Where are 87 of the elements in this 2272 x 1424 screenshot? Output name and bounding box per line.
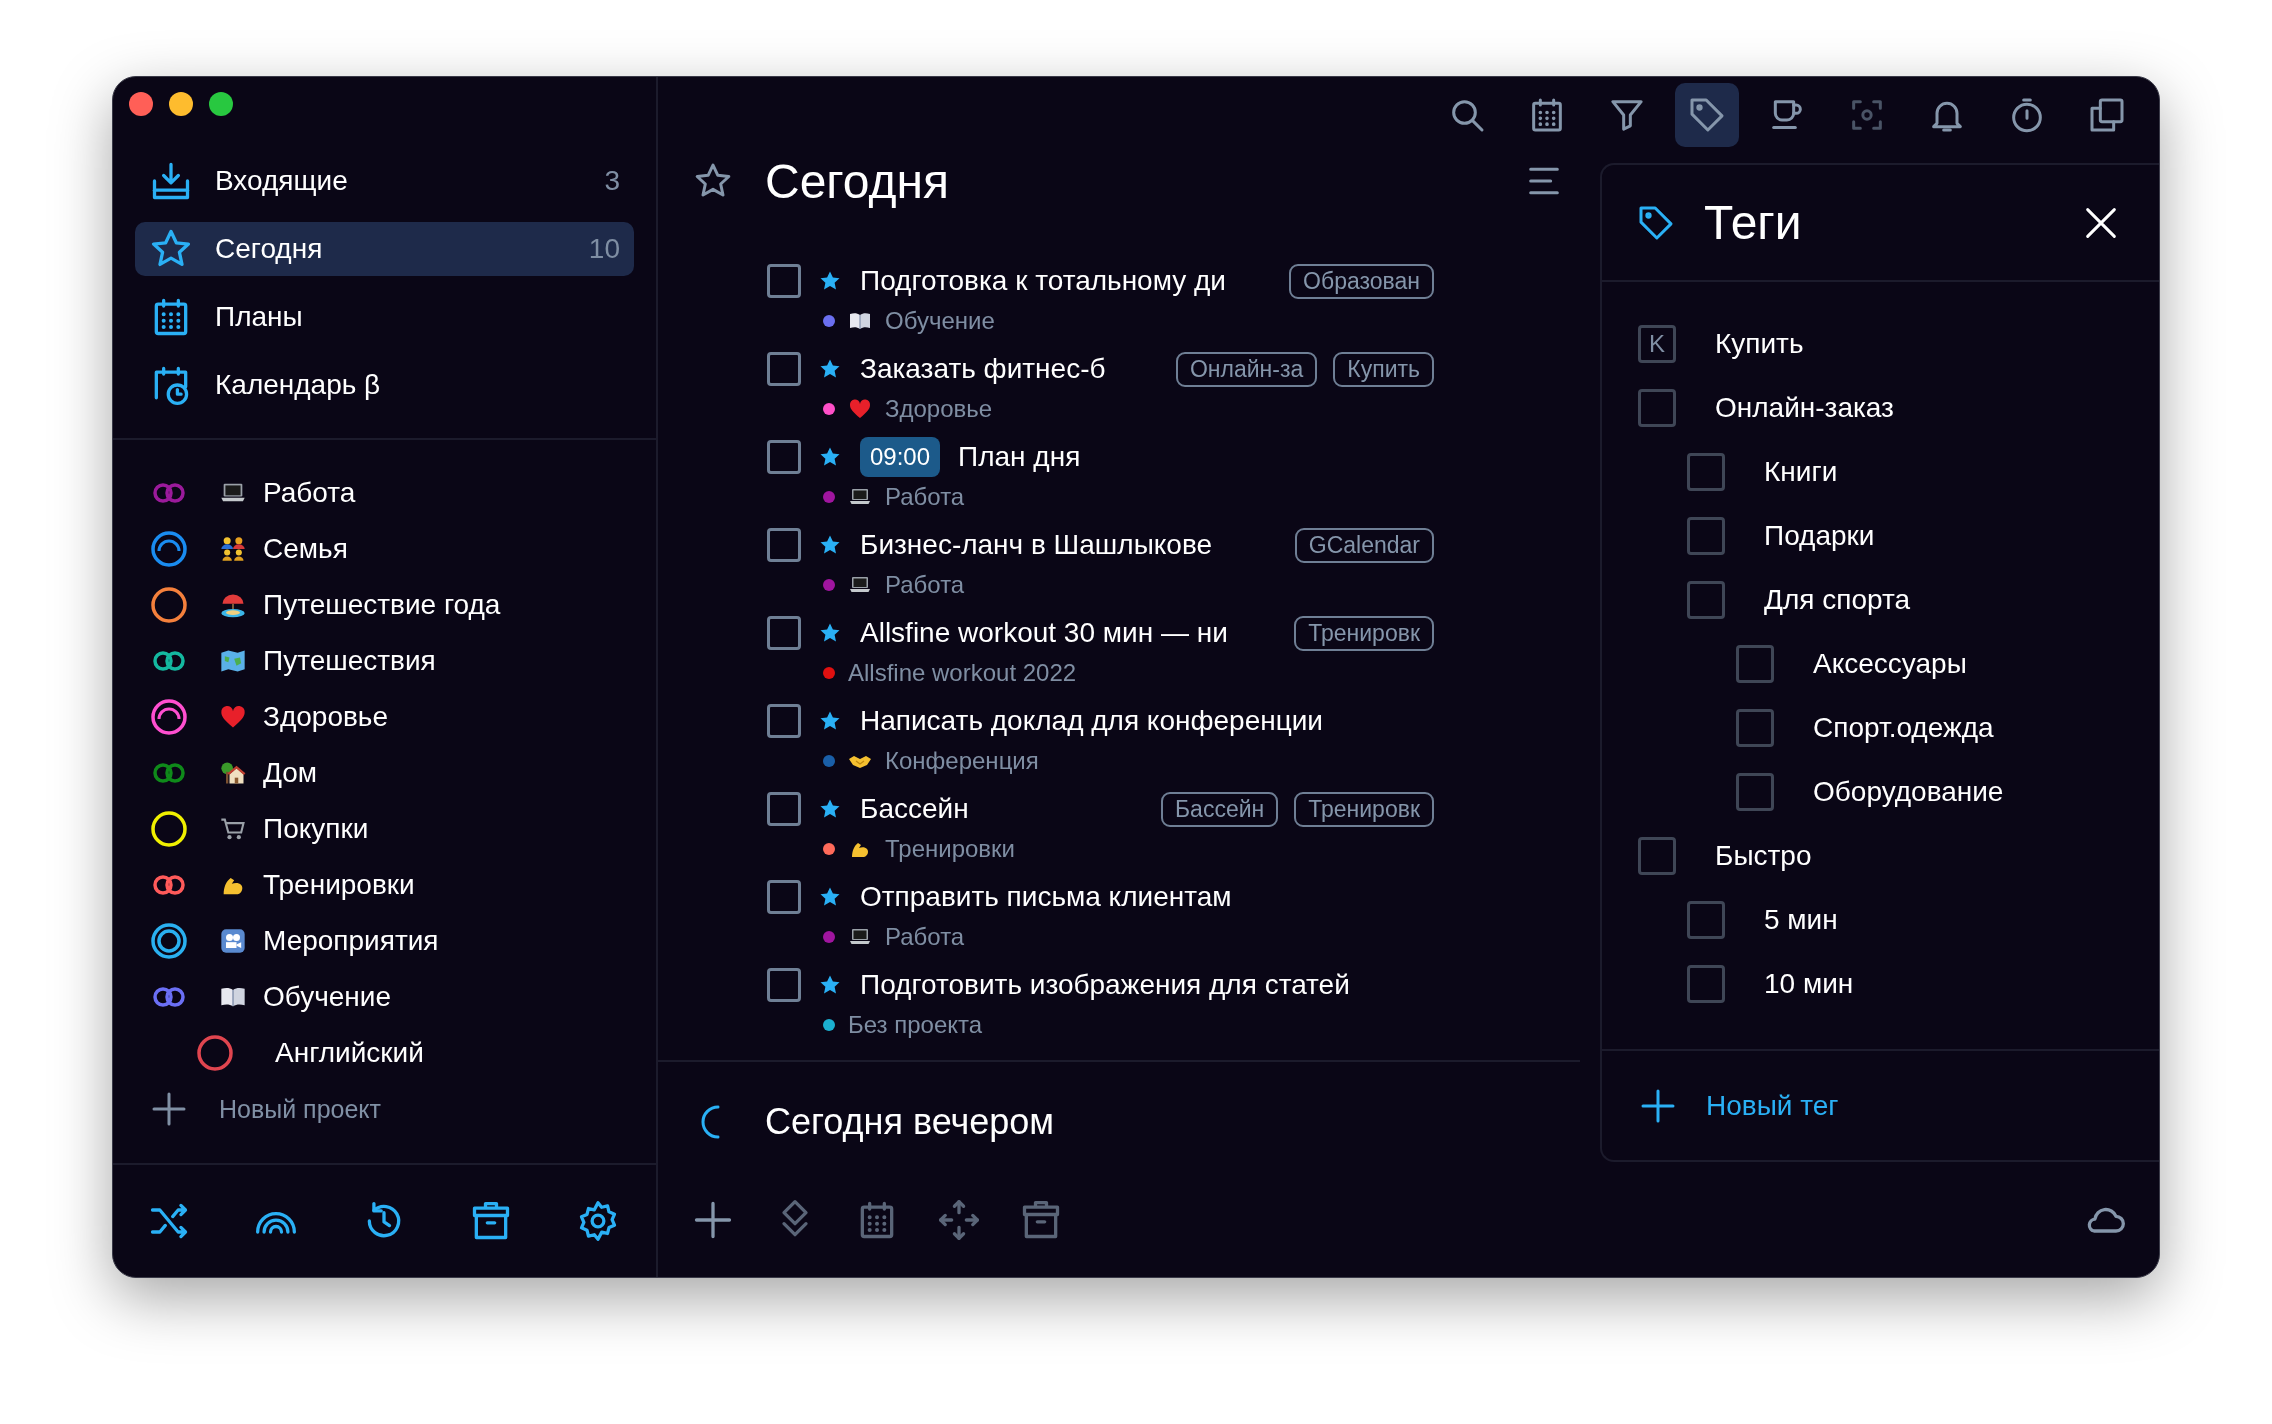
project-name: Тренировки <box>885 835 1016 863</box>
checkbox[interactable] <box>767 528 801 562</box>
panel-title: Теги <box>1704 195 1803 250</box>
project-name: Конференция <box>885 747 1039 775</box>
nav-item[interactable]: Планы <box>135 290 634 344</box>
checkbox[interactable] <box>1687 901 1725 939</box>
item-count: 10 <box>588 233 620 265</box>
tag-name: Онлайн-заказ <box>1715 392 1894 424</box>
project-name: Работа <box>885 571 965 599</box>
checkbox[interactable] <box>767 704 801 738</box>
project-name[interactable]: Дом <box>263 757 318 789</box>
project-name: Здоровье <box>885 395 993 423</box>
section-title: Сегодня вечером <box>765 1101 1055 1143</box>
toolbar-button[interactable] <box>1675 83 1739 147</box>
checkbox[interactable] <box>767 264 801 298</box>
move-icon[interactable] <box>937 1197 981 1242</box>
task-title[interactable]: План дня <box>958 441 1434 473</box>
shortcut-key: K <box>1638 325 1676 363</box>
task-title[interactable]: Бизнес-ланч в Шашлыкове <box>860 529 1295 561</box>
tag-chip[interactable]: Онлайн-за <box>1175 351 1318 387</box>
tag-name: Подарки <box>1764 520 1875 552</box>
minimize-window-button[interactable] <box>169 92 193 116</box>
project-name: Allsfine workout 2022 <box>848 659 1077 687</box>
tag-chip[interactable]: Тренировк <box>1294 615 1434 651</box>
close-window-button[interactable] <box>129 92 153 116</box>
tag-name: 10 мин <box>1764 968 1854 1000</box>
task-title[interactable]: Подготовка к тотальному ди <box>860 265 1290 297</box>
family-icon <box>219 535 247 563</box>
new-tag-button[interactable]: Новый тег <box>1602 1051 2159 1160</box>
project-name: Без проекта <box>848 1011 983 1039</box>
project-name[interactable]: Семья <box>263 533 348 565</box>
project-name[interactable]: Здоровье <box>263 701 388 733</box>
project-name[interactable]: Путешествия <box>263 645 436 677</box>
page-title: Сегодня <box>765 153 950 209</box>
task-title[interactable]: Подготовить изображения для статей <box>860 969 1434 1001</box>
checkbox[interactable] <box>767 880 801 914</box>
nav-item[interactable]: Календарь β <box>135 358 634 412</box>
project-name: Работа <box>885 923 965 951</box>
heart-icon <box>848 397 872 421</box>
project-name[interactable]: Мероприятия <box>263 925 439 957</box>
checkbox[interactable] <box>767 968 801 1002</box>
task-title[interactable]: Написать доклад для конференции <box>860 705 1434 737</box>
tag-name: Книги <box>1764 456 1838 488</box>
checkbox[interactable] <box>767 352 801 386</box>
new-project-button[interactable]: Новый проект <box>113 1081 656 1137</box>
camera-icon <box>219 927 247 955</box>
checkbox[interactable] <box>1638 837 1676 875</box>
tag-chip[interactable]: Купить <box>1333 351 1434 387</box>
tag-chip[interactable]: Образован <box>1289 263 1434 299</box>
checkbox[interactable] <box>1638 389 1676 427</box>
project-name[interactable]: Покупки <box>263 813 369 845</box>
project-name: Обучение <box>885 307 995 335</box>
tag-chip[interactable]: Тренировк <box>1294 791 1434 827</box>
tag-name: Быстро <box>1715 840 1812 872</box>
checkbox[interactable] <box>1687 453 1725 491</box>
checkbox[interactable] <box>1736 645 1774 683</box>
checkbox[interactable] <box>1736 773 1774 811</box>
checkbox[interactable] <box>1687 581 1725 619</box>
checkbox[interactable] <box>767 616 801 650</box>
checkbox[interactable] <box>1687 965 1725 1003</box>
zoom-window-button[interactable] <box>209 92 233 116</box>
tag-name: 5 мин <box>1764 904 1838 936</box>
project-name[interactable]: Тренировки <box>263 869 415 901</box>
project-name[interactable]: Путешествие года <box>263 589 501 621</box>
project-name[interactable]: Английский <box>275 1037 424 1069</box>
task-title[interactable]: Бассейн <box>860 793 1161 825</box>
checkbox[interactable] <box>1687 517 1725 555</box>
time-badge: 09:00 <box>860 437 941 477</box>
task-title[interactable]: Allsfine workout 30 мин — ни <box>860 617 1295 649</box>
task-title[interactable]: Отправить письма клиентам <box>860 881 1434 913</box>
tag-name: Аксессуары <box>1813 648 1967 680</box>
tag-chip[interactable]: GCalendar <box>1294 527 1434 563</box>
project-name: Работа <box>885 483 965 511</box>
tag-name: Спорт.одежда <box>1813 712 1994 744</box>
tag-chip[interactable]: Бассейн <box>1161 791 1279 827</box>
tag-name: Для спорта <box>1764 584 1910 616</box>
nav-item[interactable]: Входящие 3 <box>135 154 634 208</box>
item-count: 3 <box>604 165 620 197</box>
project-name[interactable]: Обучение <box>263 981 392 1013</box>
checkbox[interactable] <box>1736 709 1774 747</box>
project-name[interactable]: Работа <box>263 477 356 509</box>
checkbox[interactable] <box>767 440 801 474</box>
task-title[interactable]: Заказать фитнес-б <box>860 353 1176 385</box>
tag-name: Купить <box>1715 328 1804 360</box>
tag-name: Оборудование <box>1813 776 2004 808</box>
nav-item[interactable]: Сегодня 10 <box>135 222 634 276</box>
checkbox[interactable] <box>767 792 801 826</box>
